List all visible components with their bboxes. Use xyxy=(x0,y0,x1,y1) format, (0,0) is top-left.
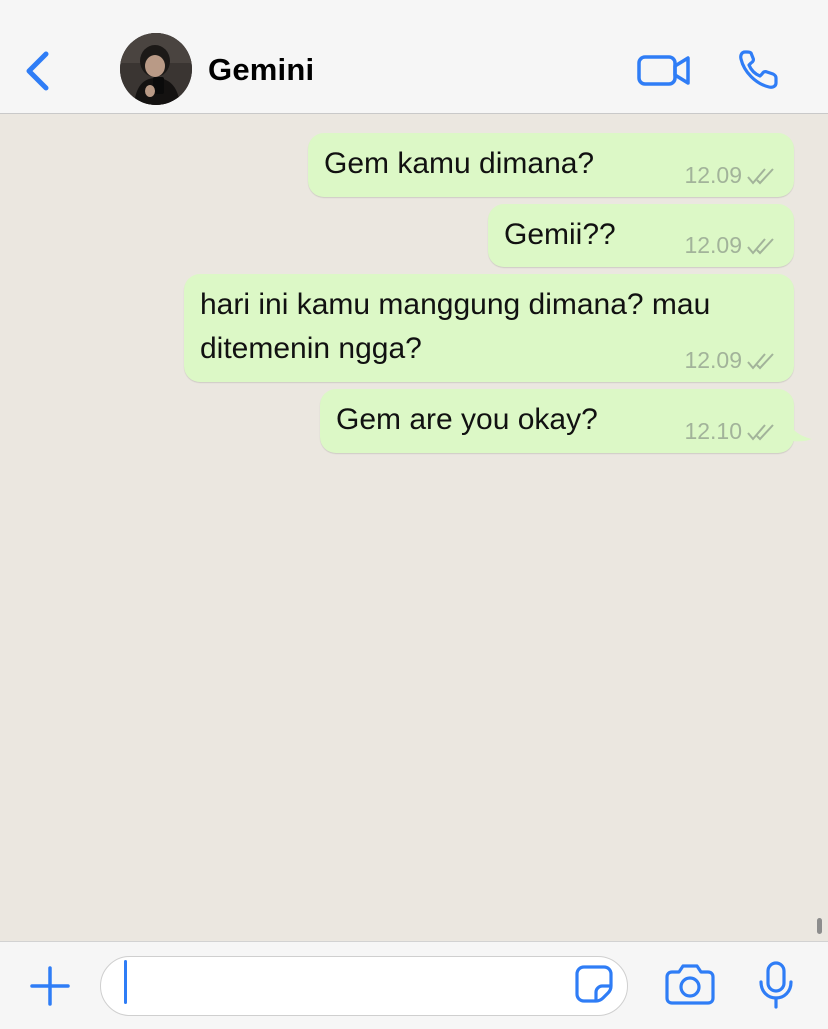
message-time: 12.10 xyxy=(684,418,742,444)
scrollbar-thumb[interactable] xyxy=(817,918,822,934)
message-time: 12.09 xyxy=(684,162,742,188)
message-bubble[interactable]: Gem are you okay? 12.10 xyxy=(320,389,794,453)
camera-icon xyxy=(665,964,715,1005)
chat-screen: Gemini Gem kamu dimana? 12.09 Gemii?? 12… xyxy=(0,0,828,1029)
attach-button[interactable] xyxy=(28,964,72,1008)
message-text: Gemii?? xyxy=(504,218,616,251)
message-text-line-2: ditemenin ngga? xyxy=(200,332,422,365)
double-check-icon xyxy=(747,423,774,441)
contact-name[interactable]: Gemini xyxy=(208,52,314,88)
sticker-button[interactable] xyxy=(574,964,614,1004)
message-text: Gem are you okay? xyxy=(336,403,598,436)
message-meta: 12.09 xyxy=(684,162,776,189)
avatar[interactable] xyxy=(120,33,192,105)
message-input[interactable] xyxy=(100,956,628,1016)
message-meta: 12.09 xyxy=(684,232,776,259)
double-check-icon xyxy=(747,352,774,370)
message-meta: 12.09 xyxy=(684,347,776,374)
message-time: 12.09 xyxy=(684,232,742,258)
sticker-icon xyxy=(575,965,613,1003)
camera-button[interactable] xyxy=(664,963,716,1005)
message-bubble[interactable]: Gemii?? 12.09 xyxy=(488,204,794,267)
message-text-line-1: hari ini kamu manggung dimana? mau xyxy=(200,288,711,321)
chevron-left-icon xyxy=(26,51,49,91)
message-meta: 12.10 xyxy=(684,418,776,445)
chat-header: Gemini xyxy=(0,0,828,114)
message-time: 12.09 xyxy=(684,347,742,373)
double-check-icon xyxy=(747,167,774,185)
plus-icon xyxy=(30,966,70,1006)
video-camera-icon xyxy=(637,55,690,86)
video-call-button[interactable] xyxy=(636,50,692,90)
message-text: Gem kamu dimana? xyxy=(324,147,595,180)
message-bubble[interactable]: hari ini kamu manggung dimana? mau ditem… xyxy=(184,274,794,382)
back-button[interactable] xyxy=(18,46,58,96)
phone-icon xyxy=(739,50,778,89)
microphone-button[interactable] xyxy=(756,960,796,1010)
double-check-icon xyxy=(747,237,774,255)
avatar-photo xyxy=(120,33,192,105)
bubble-tail xyxy=(786,418,812,442)
message-bubble[interactable]: Gem kamu dimana? 12.09 xyxy=(308,133,794,197)
text-cursor xyxy=(124,960,127,1004)
voice-call-button[interactable] xyxy=(736,48,782,92)
microphone-icon xyxy=(759,961,793,1009)
